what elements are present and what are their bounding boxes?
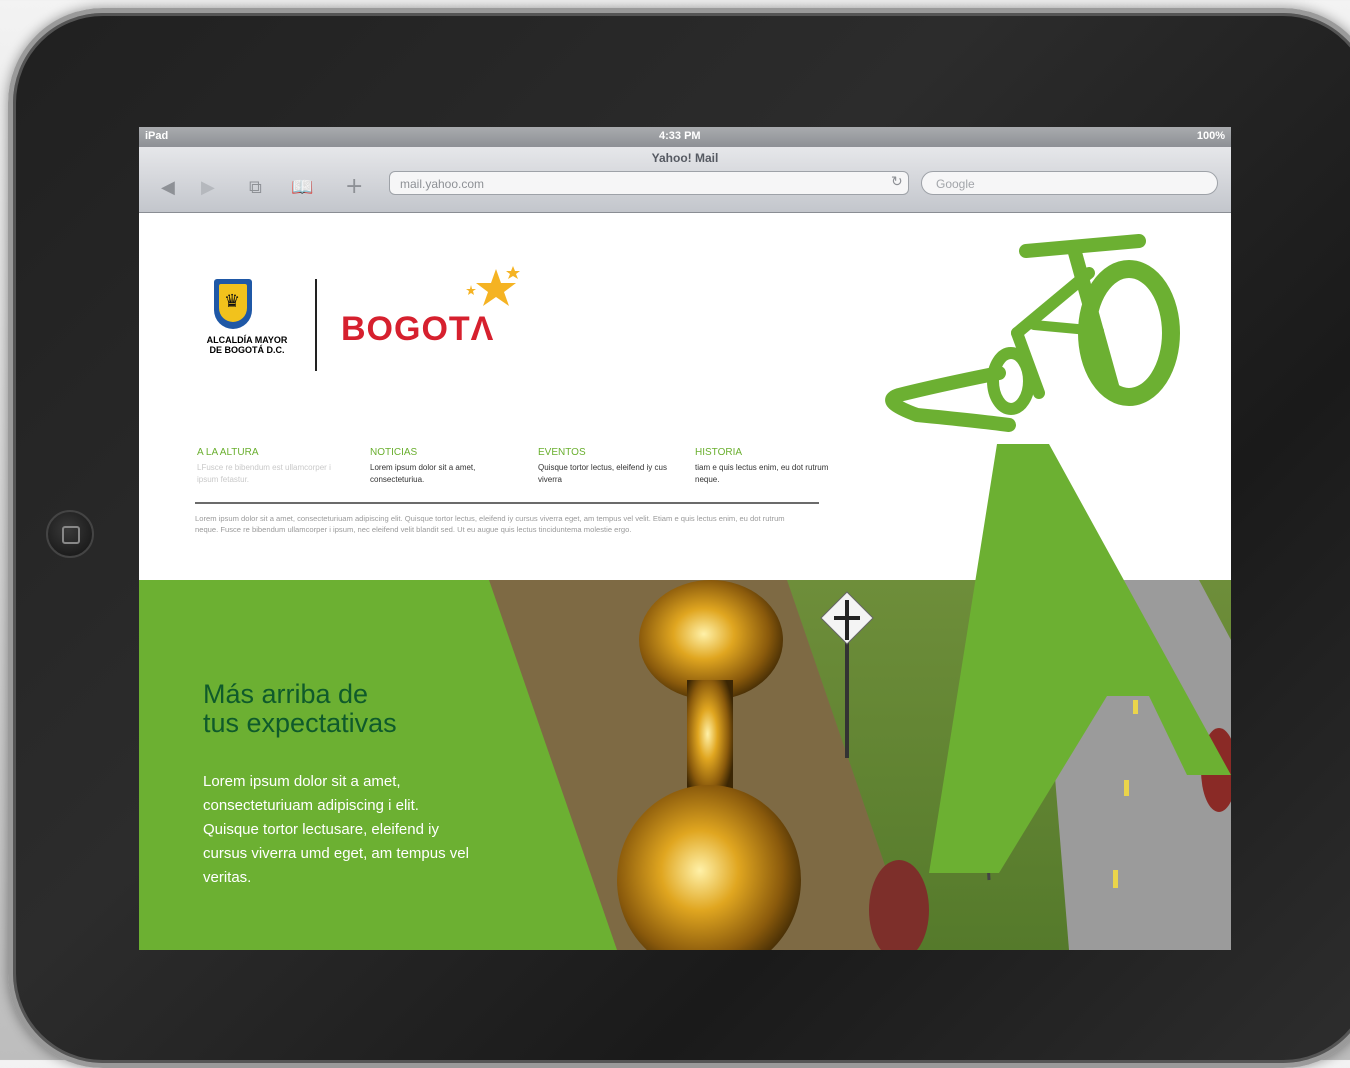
bogota-brand-logo[interactable]: BOGOTΛ [341,310,494,349]
forward-arrow-icon[interactable]: ▶ [201,177,215,198]
ipad-screen: iPad 4:33 PM 100% Yahoo! Mail ◀ ▶ ⧉ 📖 + … [139,127,1231,950]
page-title: Yahoo! Mail [651,151,719,165]
logo-divider [315,279,317,371]
nav-a-la-altura[interactable]: A LA ALTURA LFusce re bibendum est ullam… [197,447,347,486]
nav-title: NOTICIAS [370,447,418,458]
section-divider [195,502,819,504]
search-input[interactable]: Google [921,171,1218,195]
address-bar[interactable]: mail.yahoo.com [389,171,909,195]
hero-description: Lorem ipsum dolor sit a amet, consectetu… [203,773,469,886]
nav-eventos[interactable]: EVENTOS Quisque tortor lectus, eleifend … [538,447,688,486]
bookmarks-icon[interactable]: 📖 [291,177,313,198]
web-page: ♛ ALCALDÍA MAYOR DE BOGOTÁ D.C. BOGOTΛ A… [139,213,1231,950]
coat-of-arms-icon: ♛ [214,279,252,329]
alcaldia-name: ALCALDÍA MAYOR DE BOGOTÁ D.C. [206,335,288,355]
tabs-icon[interactable]: ⧉ [249,177,262,198]
nav-title: A LA ALTURA [197,447,259,458]
hero-photo-collage [489,580,1231,950]
add-bookmark-icon[interactable]: + [345,174,363,199]
carrier-label: iPad [145,130,169,142]
hero-banner: Más arriba de tus expectativas Lorem ips… [139,580,1231,950]
home-square-icon [62,526,80,544]
hero-title: Más arriba de tus expectativas [203,679,397,738]
nav-title: EVENTOS [538,447,586,458]
nav-description: Quisque tortor lectus, eleifend iy cus v… [538,463,667,484]
status-time: 4:33 PM [659,130,701,142]
nav-historia[interactable]: HISTORIA tiam e quis lectus enim, eu dot… [695,447,845,486]
battery-level: 100% [1196,130,1225,142]
home-button[interactable] [46,510,94,558]
reload-icon[interactable]: ↻ [891,174,903,190]
nav-description: Lorem ipsum dolor sit a amet, consectetu… [370,463,476,484]
bicycle-icon [885,234,1180,432]
nav-description: LFusce re bibendum est ullamcorper i ips… [197,463,331,484]
nav-noticias[interactable]: NOTICIAS Lorem ipsum dolor sit a amet, c… [370,447,520,486]
status-bar: iPad 4:33 PM 100% [139,127,1231,147]
browser-toolbar: Yahoo! Mail ◀ ▶ ⧉ 📖 + mail.yahoo.com ↻ G… [139,147,1231,213]
nav-description: tiam e quis lectus enim, eu dot rutrum n… [695,463,829,484]
stars-icon [466,266,520,306]
nav-title: HISTORIA [695,447,743,458]
back-arrow-icon[interactable]: ◀ [161,177,175,198]
intro-paragraph: Lorem ipsum dolor sit a amet, consectetu… [195,514,785,534]
